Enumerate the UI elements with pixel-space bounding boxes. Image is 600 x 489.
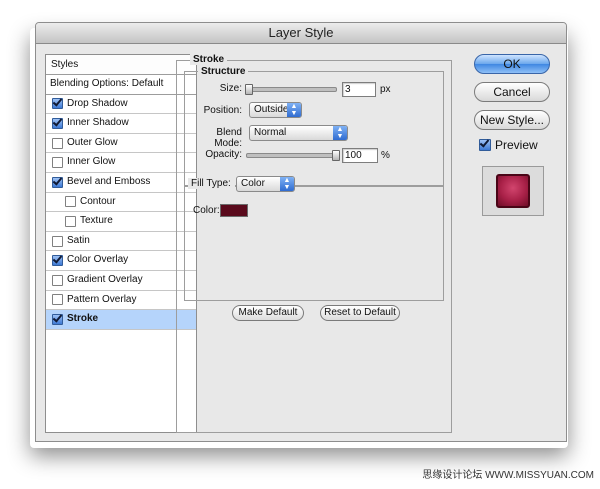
preview-checkbox[interactable]: Preview	[479, 138, 538, 152]
style-item-pattern-overlay[interactable]: Pattern Overlay	[46, 291, 196, 311]
position-label: Position:	[203, 105, 242, 116]
blend-mode-label: Blend Mode:	[214, 127, 242, 149]
size-slider-thumb[interactable]	[245, 84, 253, 95]
checkbox-icon[interactable]	[52, 313, 63, 325]
checkbox-icon[interactable]	[52, 274, 63, 286]
checkbox-icon[interactable]	[52, 98, 63, 110]
style-preview	[482, 166, 544, 216]
style-item-label: Color Overlay	[67, 254, 129, 266]
opacity-unit: %	[381, 150, 390, 161]
style-item-label: Stroke	[67, 313, 99, 325]
preview-swatch	[496, 174, 530, 208]
ok-button[interactable]: OK	[474, 54, 550, 74]
style-item-label: Inner Glow	[67, 156, 116, 168]
blending-options-item[interactable]: Blending Options: Default	[46, 75, 196, 95]
style-item-label: Gradient Overlay	[67, 273, 143, 285]
style-item-contour[interactable]: Contour	[46, 193, 196, 213]
blend-mode-select[interactable]: Normal ▲ ▼	[249, 125, 348, 141]
preview-check-icon	[479, 139, 491, 151]
style-item-inner-glow[interactable]: Inner Glow	[46, 153, 196, 173]
new-style-button[interactable]: New Style...	[474, 110, 550, 130]
style-item-stroke[interactable]: Stroke	[46, 310, 196, 330]
make-default-button[interactable]: Make Default	[232, 305, 304, 321]
size-input[interactable]: 3	[342, 82, 376, 97]
color-label: Color:	[193, 205, 220, 216]
style-item-label: Pattern Overlay	[67, 293, 137, 305]
cancel-button[interactable]: Cancel	[474, 82, 550, 102]
style-item-label: Inner Shadow	[67, 117, 129, 129]
style-item-outer-glow[interactable]: Outer Glow	[46, 134, 196, 154]
size-label: Size:	[219, 83, 242, 94]
position-value: Outside	[254, 104, 289, 115]
opacity-slider[interactable]	[246, 153, 337, 158]
chevron-updown-icon: ▲ ▼	[333, 126, 347, 140]
style-item-label: Contour	[80, 195, 116, 207]
fill-type-value: Color	[241, 178, 265, 189]
style-item-label: Satin	[67, 234, 90, 246]
style-item-bevel-and-emboss[interactable]: Bevel and Emboss	[46, 173, 196, 193]
style-item-label: Drop Shadow	[67, 97, 128, 109]
size-unit: px	[380, 84, 391, 95]
style-item-drop-shadow[interactable]: Drop Shadow	[46, 95, 196, 115]
chevron-updown-icon: ▲ ▼	[280, 177, 294, 191]
fill-group	[184, 185, 444, 301]
style-item-inner-shadow[interactable]: Inner Shadow	[46, 114, 196, 134]
checkbox-icon[interactable]	[52, 157, 63, 169]
stroke-group-title: Stroke	[190, 54, 228, 65]
opacity-slider-thumb[interactable]	[332, 150, 340, 161]
checkbox-icon[interactable]	[52, 235, 63, 247]
reset-to-default-button[interactable]: Reset to Default	[320, 305, 400, 321]
size-slider[interactable]	[246, 87, 337, 92]
checkbox-icon[interactable]	[52, 294, 63, 306]
preview-label: Preview	[495, 138, 538, 152]
style-item-gradient-overlay[interactable]: Gradient Overlay	[46, 271, 196, 291]
blend-mode-value: Normal	[254, 127, 287, 138]
opacity-input[interactable]: 100	[342, 148, 378, 163]
opacity-label: Opacity:	[205, 149, 242, 160]
checkbox-icon[interactable]	[52, 176, 63, 188]
checkbox-icon[interactable]	[65, 196, 76, 208]
fill-type-label: Fill Type:	[188, 178, 235, 189]
style-item-color-overlay[interactable]: Color Overlay	[46, 251, 196, 271]
styles-list: Styles Blending Options: Default Drop Sh…	[45, 54, 197, 433]
styles-header[interactable]: Styles	[46, 55, 196, 75]
checkbox-icon[interactable]	[52, 137, 63, 149]
structure-group-title: Structure	[198, 66, 249, 77]
style-item-label: Outer Glow	[67, 136, 118, 148]
window-title: Layer Style	[36, 23, 566, 44]
checkbox-icon[interactable]	[52, 117, 63, 129]
checkbox-icon[interactable]	[52, 255, 63, 267]
color-swatch[interactable]	[220, 204, 248, 217]
layer-style-dialog: Layer Style Styles Blending Options: Def…	[35, 22, 567, 442]
checkbox-icon[interactable]	[65, 215, 76, 227]
style-item-satin[interactable]: Satin	[46, 232, 196, 252]
chevron-updown-icon: ▲ ▼	[287, 103, 301, 117]
style-item-label: Bevel and Emboss	[67, 175, 151, 187]
fill-type-select[interactable]: Color ▲ ▼	[236, 176, 295, 192]
style-item-texture[interactable]: Texture	[46, 212, 196, 232]
position-select[interactable]: Outside ▲ ▼	[249, 102, 302, 118]
watermark: 思缘设计论坛 WWW.MISSYUAN.COM	[422, 470, 594, 481]
style-item-label: Texture	[80, 215, 113, 227]
